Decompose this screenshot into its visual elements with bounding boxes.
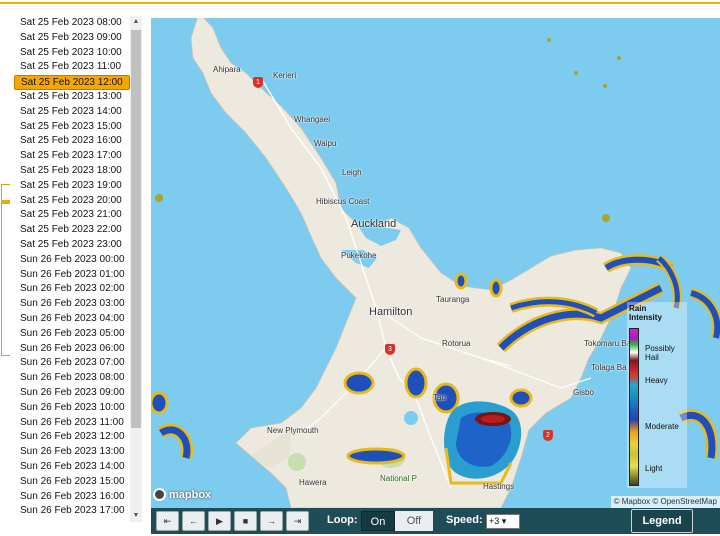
rain-legend-title: Rain Intensity [629,304,662,322]
time-list-items: Sat 25 Feb 2023 08:00 Sat 25 Feb 2023 09:… [14,16,130,519]
mapbox-logo-text: mapbox [169,488,212,501]
legend-button[interactable]: Legend [631,509,693,533]
label-rotorua: Rotorua [442,339,471,348]
chevron-down-icon: ▾ [501,516,507,526]
label-tauranga: Tauranga [436,295,470,304]
time-list-item[interactable]: Sat 25 Feb 2023 10:00 [14,46,130,61]
loop-off-toggle[interactable]: Off [395,511,433,531]
time-list-item[interactable]: Sun 26 Feb 2023 04:00 [14,312,130,327]
time-list-item[interactable]: Sat 25 Feb 2023 21:00 [14,208,130,223]
speed-label: Speed: [446,514,483,526]
time-list-item[interactable]: Sun 26 Feb 2023 10:00 [14,401,130,416]
time-list-item[interactable]: Sun 26 Feb 2023 05:00 [14,327,130,342]
time-list-item[interactable]: Sun 26 Feb 2023 16:00 [14,490,130,505]
route-shield: 3 [385,344,395,355]
label-whangarei-tail: ei [323,115,331,124]
time-list-item[interactable]: Sat 25 Feb 2023 23:00 [14,238,130,253]
route-shield: 2 [543,430,553,441]
time-list-item[interactable]: Sat 25 Feb 2023 09:00 [14,31,130,46]
time-list-item[interactable]: Sat 25 Feb 2023 19:00 [14,179,130,194]
label-ahipara: Ahipara [213,65,241,74]
step-back-button[interactable]: ← [182,511,205,531]
time-list-scrollbar[interactable]: ▲ ▼ [130,16,142,522]
label-auckland: Auckland [351,218,397,230]
label-kerikeri: Kerieri [273,71,296,80]
label-kerikeri-head: Keri [273,71,288,80]
legend-label-hail: Hail [645,353,659,362]
time-list-item[interactable]: Sat 25 Feb 2023 18:00 [14,164,130,179]
label-whangarei-head: Whanga [294,115,324,124]
time-list-item[interactable]: Sat 25 Feb 2023 08:00 [14,16,130,31]
mapbox-logo[interactable]: mapbox [153,488,211,501]
legend-title-line1: Rain [629,304,647,313]
time-list-item[interactable]: Sun 26 Feb 2023 08:00 [14,371,130,386]
scroll-up-arrow-icon[interactable]: ▲ [130,16,142,28]
label-tokomaru-bay: Tokomaru Ba [584,339,632,348]
time-list-item[interactable]: Sat 25 Feb 2023 11:00 [14,60,130,75]
loop-on-toggle[interactable]: On [361,511,395,531]
time-list-item[interactable]: Sat 25 Feb 2023 14:00 [14,105,130,120]
legend-title-line2: Intensity [629,313,662,322]
label-kerikeri-tail: eri [287,71,297,80]
time-list-item[interactable]: Sun 26 Feb 2023 13:00 [14,445,130,460]
mapbox-logo-icon [153,488,166,501]
legend-label-possibly: Possibly [645,344,675,353]
step-forward-button[interactable]: → [260,511,283,531]
speed-value: +3 [489,516,500,526]
time-list-item[interactable]: Sun 26 Feb 2023 07:00 [14,356,130,371]
time-list-item[interactable]: Sun 26 Feb 2023 17:00 [14,504,130,519]
time-list-item[interactable]: Sun 26 Feb 2023 00:00 [14,253,130,268]
time-list-item[interactable]: Sat 25 Feb 2023 15:00 [14,120,130,135]
last-frame-button[interactable]: ⇥ [286,511,309,531]
time-list-item[interactable]: Sat 25 Feb 2023 13:00 [14,90,130,105]
route-shield: 1 [253,77,263,88]
time-list-item[interactable]: Sat 25 Feb 2023 16:00 [14,134,130,149]
time-list-item[interactable]: Sat 25 Feb 2023 22:00 [14,223,130,238]
time-list-item[interactable]: Sun 26 Feb 2023 15:00 [14,475,130,490]
label-hastings: Hastings [483,482,515,491]
stop-button[interactable]: ■ [234,511,257,531]
first-frame-button[interactable]: ⇤ [156,511,179,531]
legend-label-light: Light [645,464,663,473]
time-list-item[interactable]: Sat 25 Feb 2023 17:00 [14,149,130,164]
time-list-item[interactable]: Sun 26 Feb 2023 06:00 [14,342,130,357]
label-pukekohe: Pukekohe [341,251,377,260]
radar-map[interactable]: Ahipara Kerieri Whangaei Waipu Leigh Hib… [151,18,720,508]
time-list-item[interactable]: Sun 26 Feb 2023 14:00 [14,460,130,475]
top-accent-bar [0,0,720,4]
label-hibiscus-coast: Hibiscus Coast [316,197,370,206]
label-hawera: Hawera [299,478,327,487]
time-list-item[interactable]: Sun 26 Feb 2023 02:00 [14,282,130,297]
map-attribution[interactable]: © Mapbox © OpenStreetMap [610,496,720,508]
label-whangarei: Whangaei [294,115,330,124]
time-list-item[interactable]: Sun 26 Feb 2023 11:00 [14,416,130,431]
scroll-down-arrow-icon[interactable]: ▼ [130,510,142,522]
time-list[interactable]: Sat 25 Feb 2023 08:00 Sat 25 Feb 2023 09:… [14,16,142,522]
label-hamilton: Hamilton [369,306,413,318]
label-gisborne: Gisbo [573,388,594,397]
play-button[interactable]: ▶ [208,511,231,531]
legend-label-moderate: Moderate [645,422,679,431]
speed-select[interactable]: +3 ▾ [486,514,520,529]
time-list-item[interactable]: Sat 25 Feb 2023 12:00 [14,75,130,90]
time-list-item[interactable]: Sat 25 Feb 2023 20:00 [14,194,130,209]
label-national-park: National P [380,474,417,483]
label-waipu: Waipu [314,139,337,148]
rain-intensity-colorbar [629,328,639,486]
time-list-item[interactable]: Sun 26 Feb 2023 12:00 [14,430,130,445]
playback-controls: ⇤ ← ▶ ■ → ⇥ Loop: On Off Speed: +3 ▾ Leg… [151,508,720,534]
scrollbar-thumb[interactable] [131,30,141,428]
timeline-bracket [1,184,10,356]
label-new-plymouth: New Plymouth [267,426,319,435]
label-tolaga-bay: Tolaga Ba [591,363,627,372]
time-list-item[interactable]: Sun 26 Feb 2023 01:00 [14,268,130,283]
loop-label: Loop: [327,514,358,526]
timeline-marker[interactable] [1,200,10,204]
legend-label-heavy: Heavy [645,376,668,385]
time-list-item[interactable]: Sun 26 Feb 2023 03:00 [14,297,130,312]
time-list-item[interactable]: Sun 26 Feb 2023 09:00 [14,386,130,401]
label-taupo: Tau [433,393,446,402]
label-leigh: Leigh [342,168,362,177]
